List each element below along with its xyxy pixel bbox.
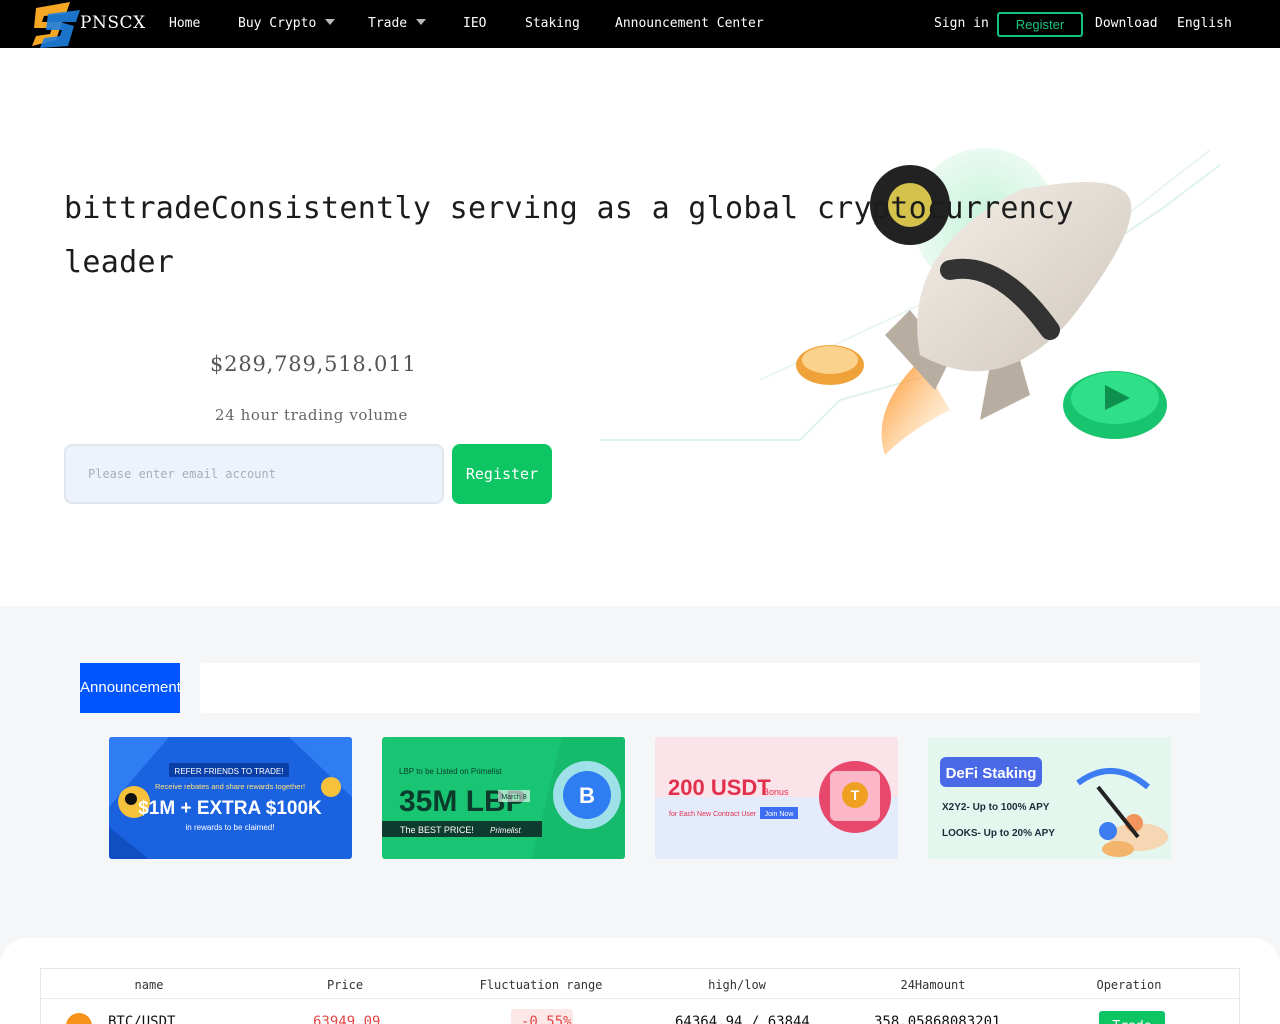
nav-register-button[interactable]: Register <box>997 12 1083 37</box>
col-fluctuation: Fluctuation range <box>479 978 603 992</box>
banner1-top: REFER FRIENDS TO TRADE! <box>175 767 284 776</box>
hero-register-button[interactable]: Register <box>452 444 552 504</box>
chevron-down-icon <box>325 19 336 25</box>
language-selector[interactable]: English <box>1177 16 1232 31</box>
usdt-banner-art: T 200 USDT Bonus for Each New Contract U… <box>655 761 898 859</box>
banner1-line2: Receive rebates and share rewards togeth… <box>155 782 305 791</box>
promo-banner-referral[interactable]: REFER FRIENDS TO TRADE! Receive rebates … <box>109 737 352 859</box>
referral-banner-art: REFER FRIENDS TO TRADE! Receive rebates … <box>109 737 352 859</box>
banner1-sub: in rewards to be claimed! <box>186 823 275 832</box>
col-name: name <box>134 978 164 992</box>
btc-coin-icon <box>66 1013 92 1024</box>
trading-volume-value: $289,789,518.011 <box>210 352 417 376</box>
banner4-main: DeFi Staking <box>946 765 1037 782</box>
trade-button[interactable]: Trade <box>1099 1011 1165 1024</box>
col-price: Price <box>326 978 364 992</box>
banner4-line2: LOOKS- Up to 20% APY <box>942 828 1055 839</box>
header-divider <box>41 998 1239 999</box>
nav-ieo[interactable]: IEO <box>463 16 486 31</box>
nav-buy-crypto[interactable]: Buy Crypto <box>238 16 336 31</box>
pair-name: BTC/USDT <box>108 1014 176 1024</box>
rocket-illustration <box>600 148 1221 455</box>
nav-staking[interactable]: Staking <box>525 16 580 31</box>
defi-banner-art: DeFi Staking X2Y2- Up to 100% APY LOOKS-… <box>928 737 1171 859</box>
banner3-main: 200 USDT <box>668 775 771 800</box>
banner2-date: March 8 <box>501 794 526 801</box>
sign-in-link[interactable]: Sign in <box>934 16 989 31</box>
col-high-low: high/low <box>708 978 766 992</box>
promo-banner-lbp[interactable]: B LBP to be Listed on Primelist 35M LBP … <box>382 737 625 859</box>
pair-amount: 358.05868083201 <box>874 1014 1001 1024</box>
nav-trade[interactable]: Trade <box>368 16 427 31</box>
svg-text:B: B <box>579 783 595 808</box>
download-link[interactable]: Download <box>1095 16 1158 31</box>
banner3-cta: Join Now <box>765 811 795 818</box>
trading-volume-label: 24 hour trading volume <box>215 406 408 424</box>
col-24h-amount: 24Hamount <box>900 978 966 992</box>
brand-logo-icon[interactable] <box>30 0 80 48</box>
hero-title: bittradeConsistently serving as a global… <box>64 191 1074 280</box>
nav-home[interactable]: Home <box>169 16 200 31</box>
banner4-line1: X2Y2- Up to 100% APY <box>942 802 1050 813</box>
brand-name[interactable]: PNSCX <box>80 13 146 33</box>
email-input[interactable] <box>64 444 444 504</box>
nav-announcement-center[interactable]: Announcement Center <box>615 16 764 31</box>
announcement-ticker[interactable] <box>200 663 1200 713</box>
top-navbar: PNSCX Home Buy Crypto Trade IEO Staking … <box>0 0 1280 48</box>
announcement-tab[interactable]: Announcement <box>80 663 180 713</box>
nav-buy-crypto-label: Buy Crypto <box>238 16 317 31</box>
promo-banner-defi-staking[interactable]: DeFi Staking X2Y2- Up to 100% APY LOOKS-… <box>928 737 1171 859</box>
nav-trade-label: Trade <box>368 16 408 31</box>
banner2-top: LBP to be Listed on Primelist <box>399 767 502 776</box>
banner3-sub: for Each New Contract User <box>669 811 757 818</box>
svg-text:T: T <box>851 787 860 803</box>
pair-high-low: 64364.94 / 63844 <box>675 1014 810 1024</box>
banner3-bonus: Bonus <box>763 787 789 797</box>
lbp-banner-art: B LBP to be Listed on Primelist 35M LBP … <box>382 737 625 859</box>
banner1-main: $1M + EXTRA $100K <box>138 798 322 819</box>
pair-price: 63949.09 <box>313 1014 381 1024</box>
market-table: name Price Fluctuation range high/low 24… <box>40 968 1240 1024</box>
col-operation: Operation <box>1096 978 1162 992</box>
banner2-sub: The BEST PRICE! <box>400 825 474 835</box>
chevron-down-icon <box>416 19 427 25</box>
banner2-brand: Primelist <box>490 826 521 835</box>
pair-change: -0.55% <box>521 1014 572 1024</box>
promo-banner-usdt-bonus[interactable]: T 200 USDT Bonus for Each New Contract U… <box>655 737 898 859</box>
